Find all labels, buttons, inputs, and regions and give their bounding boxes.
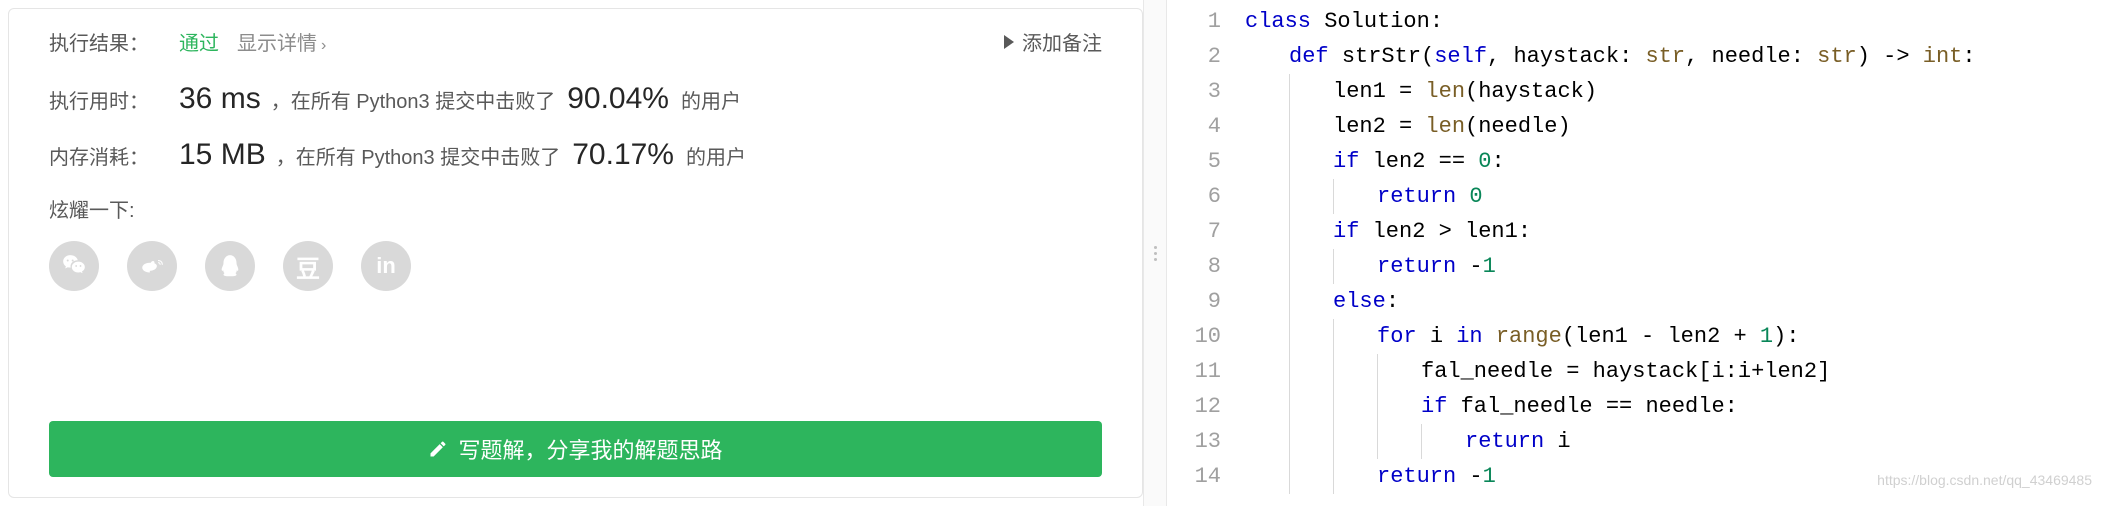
line-number: 2 [1167,39,1237,74]
runtime-prefix: ，在所有 Python3 提交中击败了 [271,85,556,114]
result-panel: 执行结果： 通过 显示详情› 添加备注 执行用时： 36 ms ，在所有 Pyt… [8,8,1143,498]
play-icon [1004,35,1014,49]
pencil-icon [428,439,448,459]
weibo-icon[interactable] [127,241,177,291]
add-note-label: 添加备注 [1022,27,1102,56]
runtime-label: 执行用时： [49,85,179,114]
line-number: 11 [1167,354,1237,389]
write-solution-label: 写题解，分享我的解题思路 [458,433,722,465]
share-icons-row: 豆 in [49,241,1102,291]
runtime-pct: 90.04% [567,82,669,116]
code-line[interactable]: def strStr(self, haystack: str, needle: … [1245,39,2110,74]
drag-dots-icon [1154,246,1157,261]
memory-prefix: ，在所有 Python3 提交中击败了 [276,141,561,170]
result-label: 执行结果： [49,27,149,56]
line-number: 14 [1167,459,1237,494]
code-area[interactable]: class Solution:def strStr(self, haystack… [1237,0,2110,506]
code-line[interactable]: if len2 == 0: [1245,144,2110,179]
memory-label: 内存消耗： [49,141,179,170]
memory-pct: 70.17% [572,138,674,172]
code-line[interactable]: len2 = len(needle) [1245,109,2110,144]
memory-suffix: 的用户 [686,141,746,170]
runtime-tail: ，在所有 Python3 提交中击败了 90.04% 的用户 [271,82,741,116]
code-line[interactable]: return i [1245,424,2110,459]
code-line[interactable]: if fal_needle == needle: [1245,389,2110,424]
code-line[interactable]: fal_needle = haystack[i:i+len2] [1245,354,2110,389]
pane-resize-handle[interactable] [1143,0,1167,506]
wechat-icon[interactable] [49,241,99,291]
code-line[interactable]: return -1 [1245,249,2110,284]
write-solution-button[interactable]: 写题解，分享我的解题思路 [49,421,1102,477]
line-number: 8 [1167,249,1237,284]
line-number: 1 [1167,4,1237,39]
line-number: 7 [1167,214,1237,249]
code-line[interactable]: len1 = len(haystack) [1245,74,2110,109]
line-number: 9 [1167,284,1237,319]
show-detail-link[interactable]: 显示详情› [237,27,326,56]
memory-row: 内存消耗： 15 MB ，在所有 Python3 提交中击败了 70.17% 的… [49,138,1102,172]
runtime-value: 36 ms [179,82,261,116]
watermark: https://blog.csdn.net/qq_43469485 [1877,463,2092,498]
runtime-suffix: 的用户 [681,85,741,114]
linkedin-icon[interactable]: in [361,241,411,291]
runtime-row: 执行用时： 36 ms ，在所有 Python3 提交中击败了 90.04% 的… [49,82,1102,116]
line-number: 10 [1167,319,1237,354]
result-status: 通过 [179,27,219,56]
code-line[interactable]: return 0 [1245,179,2110,214]
result-row: 执行结果： 通过 显示详情› 添加备注 [49,27,1102,56]
code-line[interactable]: if len2 > len1: [1245,214,2110,249]
share-label: 炫耀一下: [49,194,1102,223]
code-line[interactable]: class Solution: [1245,4,2110,39]
douban-icon[interactable]: 豆 [283,241,333,291]
code-line[interactable]: else: [1245,284,2110,319]
add-note-button[interactable]: 添加备注 [1004,27,1102,56]
code-line[interactable]: for i in range(len1 - len2 + 1): [1245,319,2110,354]
line-number: 4 [1167,109,1237,144]
chevron-right-icon: › [321,37,326,54]
show-detail-text: 显示详情 [237,33,317,55]
memory-value: 15 MB [179,138,266,172]
line-number: 13 [1167,424,1237,459]
line-number: 6 [1167,179,1237,214]
memory-tail: ，在所有 Python3 提交中击败了 70.17% 的用户 [276,138,746,172]
line-number: 3 [1167,74,1237,109]
line-number: 12 [1167,389,1237,424]
code-editor[interactable]: 1234567891011121314 class Solution:def s… [1167,0,2110,506]
qq-icon[interactable] [205,241,255,291]
line-gutter: 1234567891011121314 [1167,0,1237,506]
line-number: 5 [1167,144,1237,179]
